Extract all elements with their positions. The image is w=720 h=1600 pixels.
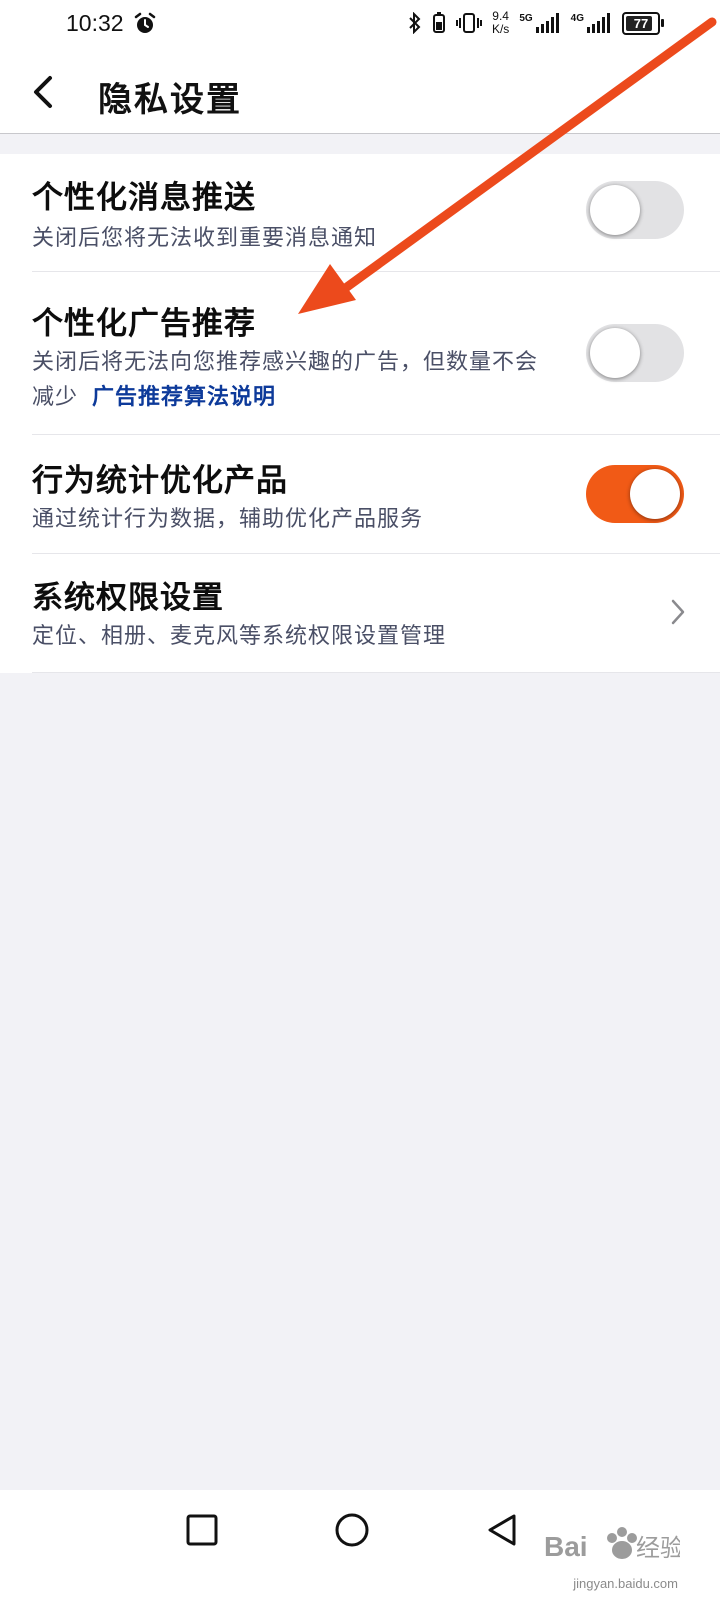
setting-title: 系统权限设置 [32, 580, 224, 616]
setting-personalized-push: 个性化消息推送 关闭后您将无法收到重要消息通知 [32, 154, 720, 272]
battery-indicator: 77 [622, 11, 664, 35]
personalized-ads-toggle[interactable] [586, 324, 684, 382]
setting-description: 关闭后您将无法收到重要消息通知 [32, 226, 378, 251]
home-icon[interactable] [334, 1512, 370, 1548]
signal-bars-icon [535, 13, 559, 33]
setting-title: 行为统计优化产品 [32, 463, 288, 499]
svg-text:经验: 经验 [636, 1534, 680, 1562]
toggle-knob [590, 185, 640, 235]
network-speed: 9.4 K/s [492, 10, 509, 36]
personalized-push-toggle[interactable] [586, 181, 684, 239]
network-speed-unit: K/s [491, 22, 510, 36]
signal-bars-icon [587, 13, 610, 33]
baidu-watermark-logo: Bai 经验 [544, 1527, 680, 1562]
sim1-label: 5G [519, 13, 533, 24]
ad-algorithm-link[interactable]: 广告推荐算法说明 [92, 384, 276, 410]
status-time: 10:32 [66, 10, 124, 36]
setting-description: 关闭后将无法向您推荐感兴趣的广告，但数量不会减少 广告推荐算法说明 [32, 346, 552, 415]
vibrate-icon [455, 13, 482, 33]
setting-description: 定位、相册、麦克风等系统权限设置管理 [32, 624, 447, 649]
signal-sim2: 4G [571, 13, 612, 33]
status-icons: 9.4 K/s 5G 4G 77 [408, 10, 664, 36]
sim2-label: 4G [570, 13, 584, 24]
behavior-stats-toggle[interactable] [586, 465, 684, 523]
setting-description: 通过统计行为数据，辅助优化产品服务 [32, 507, 424, 532]
svg-text:Bai: Bai [544, 1531, 588, 1562]
app-header: 隐私设置 [0, 50, 720, 134]
battery-level: 77 [633, 15, 649, 31]
back-arrow-icon[interactable] [30, 72, 58, 112]
alarm-icon [134, 12, 156, 33]
back-icon[interactable] [484, 1512, 520, 1548]
bluetooth-icon [409, 12, 421, 34]
toggle-knob [590, 328, 640, 378]
status-bar: 10:32 9.4 K/s 5G 4G 77 [0, 0, 720, 50]
settings-list: 个性化消息推送 关闭后您将无法收到重要消息通知 个性化广告推荐 关闭后将无法向您… [0, 154, 720, 673]
setting-title: 个性化消息推送 [32, 180, 256, 216]
setting-title: 个性化广告推荐 [32, 306, 256, 342]
setting-behavior-stats: 行为统计优化产品 通过统计行为数据，辅助优化产品服务 [32, 435, 720, 554]
signal-sim1: 5G [519, 13, 560, 33]
setting-personalized-ads: 个性化广告推荐 关闭后将无法向您推荐感兴趣的广告，但数量不会减少 广告推荐算法说明 [32, 272, 720, 435]
battery-saver-icon [432, 12, 445, 33]
recent-apps-icon[interactable] [184, 1512, 220, 1548]
chevron-right-icon[interactable] [670, 598, 686, 626]
page-title: 隐私设置 [98, 80, 242, 120]
toggle-knob [630, 469, 680, 519]
watermark-url: jingyan.baidu.com [573, 1576, 678, 1591]
setting-system-permissions[interactable]: 系统权限设置 定位、相册、麦克风等系统权限设置管理 [32, 554, 720, 673]
